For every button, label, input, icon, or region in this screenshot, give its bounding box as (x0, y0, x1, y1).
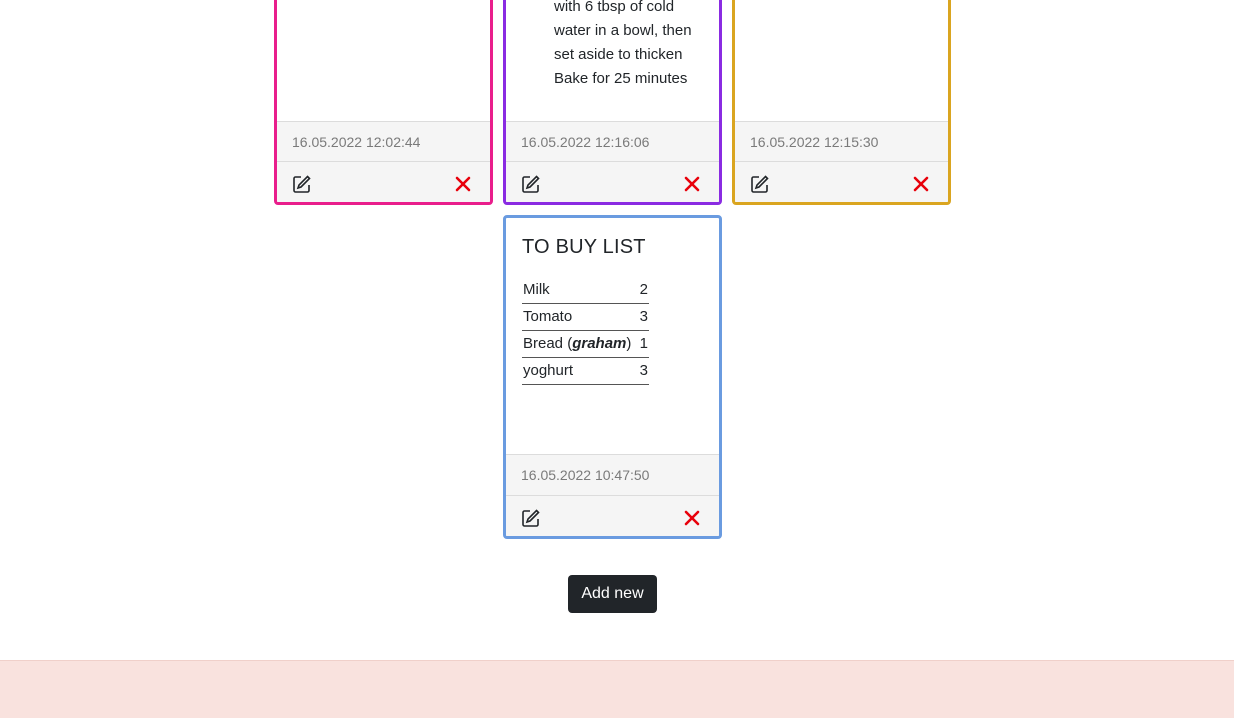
edit-icon[interactable] (521, 174, 541, 194)
item-name: Milk (522, 276, 639, 304)
item-qty: 3 (638, 303, 649, 331)
edit-icon[interactable] (521, 508, 541, 528)
note-date: 16.05.2022 10:47:50 (506, 454, 719, 495)
item-qty: 2 (638, 276, 649, 304)
note-text-line: set aside to thicken (554, 46, 683, 63)
item-qty: 1 (638, 330, 649, 358)
note-date: 16.05.2022 12:02:44 (277, 121, 490, 162)
page: 16.05.2022 12:02:44 with 6 tbsp of cold … (0, 0, 1234, 718)
item-name-suffix: ) (626, 335, 632, 352)
delete-x-icon[interactable] (454, 175, 472, 193)
note-card: with 6 tbsp of cold water in a bowl, the… (503, 0, 722, 205)
note-card: 16.05.2022 12:02:44 (274, 0, 493, 205)
item-name-prefix: Bread ( (523, 335, 573, 352)
item-qty: 3 (638, 357, 649, 385)
table-row: Bread (graham) 1 (522, 330, 649, 358)
item-name: Tomato (522, 303, 639, 331)
delete-x-icon[interactable] (683, 509, 701, 527)
edit-icon[interactable] (292, 174, 312, 194)
note-date: 16.05.2022 12:16:06 (506, 121, 719, 162)
note-actions (506, 161, 719, 202)
table-row: Milk 2 (522, 276, 649, 304)
item-name: Bread (graham) (522, 330, 639, 358)
note-card: 16.05.2022 12:15:30 (732, 0, 951, 205)
delete-x-icon[interactable] (683, 175, 701, 193)
item-name-emphasis: graham (572, 335, 627, 352)
note-text-line: water in a bowl, then (554, 22, 692, 39)
buy-list-table: Milk 2 Tomato 3 Bread (graham) 1 yoghurt… (522, 276, 649, 385)
note-text-line: Bake for 25 minutes (554, 70, 688, 87)
table-row: yoghurt 3 (522, 357, 649, 385)
delete-x-icon[interactable] (912, 175, 930, 193)
note-text: with 6 tbsp of cold water in a bowl, the… (554, 0, 714, 91)
table-row: Tomato 3 (522, 303, 649, 331)
add-new-button[interactable]: Add new (568, 575, 657, 613)
page-footer (0, 660, 1234, 718)
note-actions (277, 161, 490, 202)
note-actions (735, 161, 948, 202)
edit-icon[interactable] (750, 174, 770, 194)
note-text-line: with 6 tbsp of cold (554, 0, 675, 15)
item-name: yoghurt (522, 357, 639, 385)
note-date: 16.05.2022 12:15:30 (735, 121, 948, 162)
note-card: TO BUY LIST Milk 2 Tomato 3 Bread (graha… (503, 215, 722, 539)
note-title: TO BUY LIST (522, 236, 646, 258)
note-actions (506, 495, 719, 536)
